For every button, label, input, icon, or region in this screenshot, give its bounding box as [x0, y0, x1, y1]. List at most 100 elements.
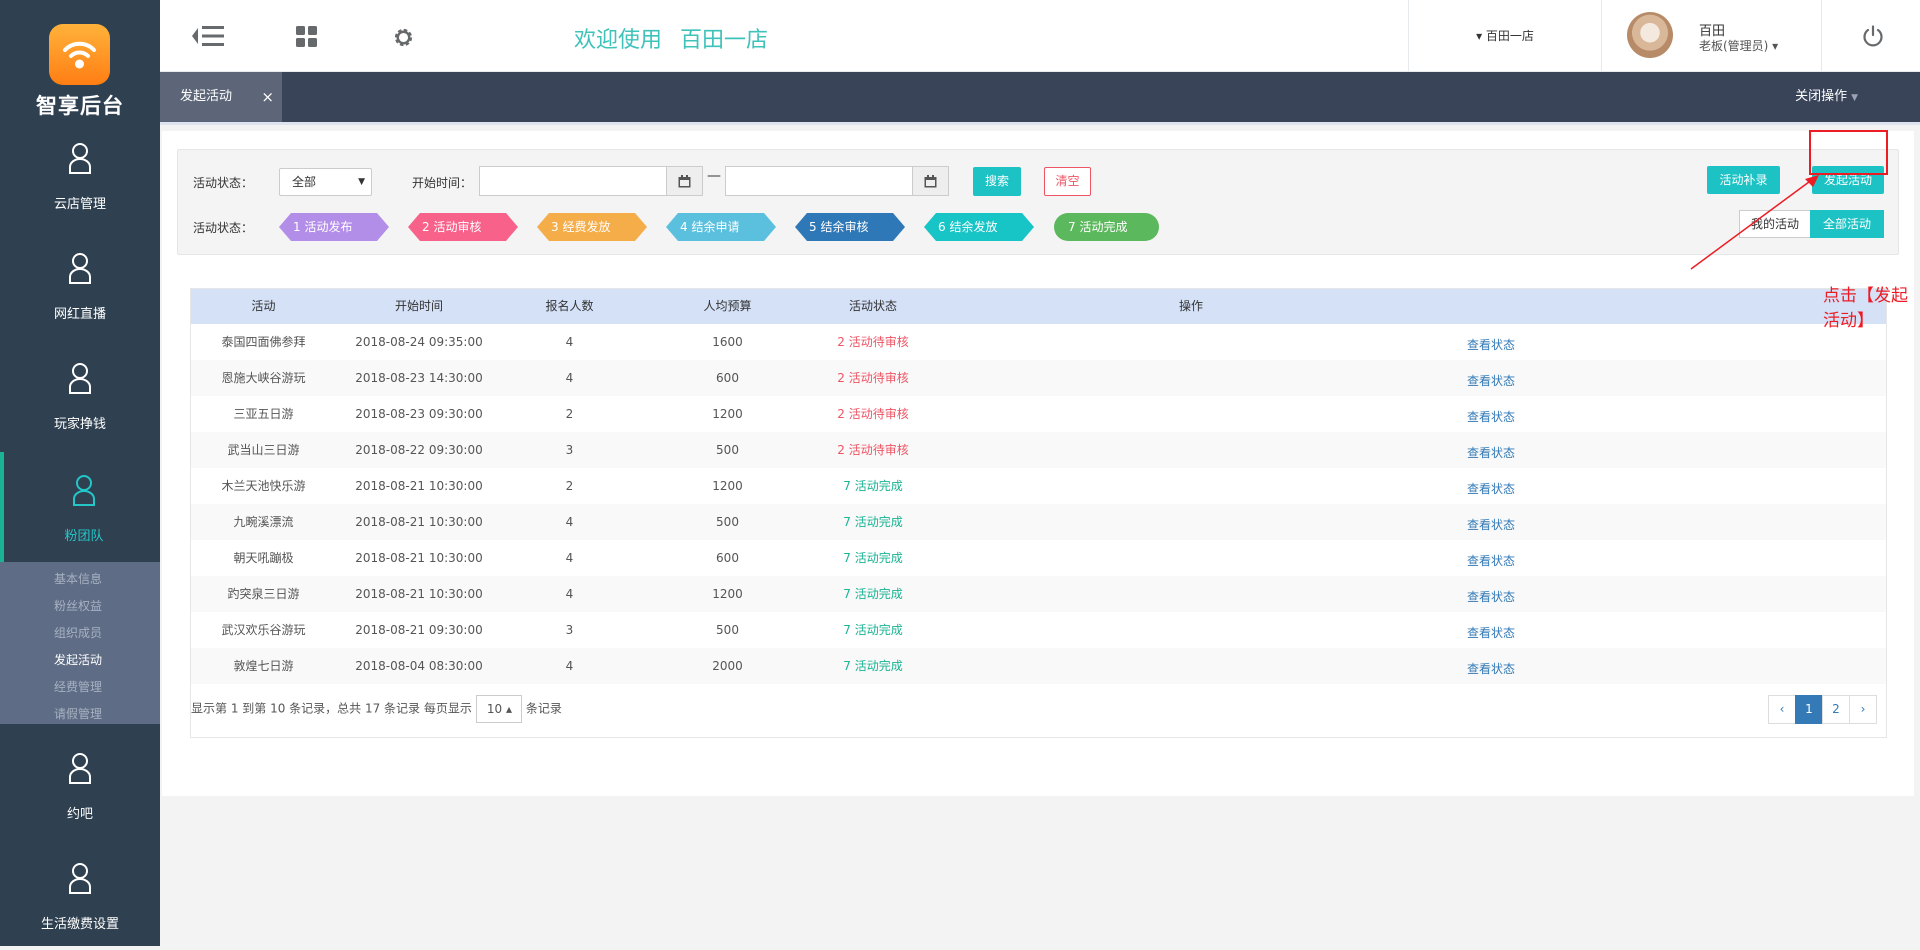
view-status-link[interactable]: 查看状态 [1429, 543, 1553, 579]
table-cell: 2018-08-21 10:30:00 [355, 551, 483, 565]
prev-page-button[interactable]: ‹ [1768, 695, 1796, 724]
logo: 智享后台 [0, 0, 160, 120]
logout-button[interactable] [1821, 0, 1920, 72]
view-status-link[interactable]: 查看状态 [1429, 399, 1553, 435]
page-background [162, 796, 1914, 946]
page-button-2[interactable]: 2 [1822, 695, 1850, 724]
user-icon [69, 253, 91, 284]
caret-down-icon: ▼ [1851, 93, 1858, 103]
sidebar-item-yueba[interactable]: 约吧 [0, 730, 160, 840]
pagination-info: 显示第 1 到第 10 条记录，总共 17 条记录 每页显示 10 ▴ 条记录 [191, 695, 562, 723]
search-button[interactable]: 搜索 [973, 167, 1021, 196]
sidebar-item-cloud-store[interactable]: 云店管理 [0, 120, 160, 230]
start-date-input[interactable] [479, 166, 667, 196]
sidebar-item-live[interactable]: 网红直播 [0, 230, 160, 340]
activity-table: 活动 开始时间 报名人数 人均预算 活动状态 操作 泰国四面佛参拜 2018-08… [190, 288, 1887, 738]
clear-button[interactable]: 清空 [1044, 167, 1091, 196]
sidebar: 智享后台 云店管理 网红直播 玩家挣钱 粉团队 基本信息 粉丝权益 组织成员 发… [0, 0, 160, 946]
table-cell: 1200 [712, 479, 743, 493]
grid-icon[interactable] [296, 26, 318, 48]
table-cell: 朝天吼蹦极 [233, 551, 294, 565]
table-cell: 2018-08-21 10:30:00 [355, 515, 483, 529]
sidebar-item-fan-team[interactable]: 粉团队 [0, 452, 160, 562]
step-4: 4 结余申请 [666, 213, 776, 241]
calendar-button[interactable] [913, 166, 949, 196]
step-7: 7 活动完成 [1054, 213, 1159, 241]
subnav-item-current[interactable]: 发起活动 [0, 647, 160, 674]
view-status-link[interactable]: 查看状态 [1429, 327, 1553, 363]
next-page-button[interactable]: › [1849, 695, 1877, 724]
sidebar-item-utility-settings[interactable]: 生活缴费设置 [0, 840, 160, 950]
close-icon[interactable]: × [261, 72, 274, 122]
column-header: 开始时间 [394, 299, 443, 313]
status-select-value: 全部 [292, 175, 317, 189]
annotation-arrow-icon [1690, 175, 1819, 270]
view-status-link[interactable]: 查看状态 [1429, 507, 1553, 543]
view-status-link[interactable]: 查看状态 [1429, 615, 1553, 651]
calendar-button[interactable] [667, 166, 703, 196]
column-header: 报名人数 [545, 299, 594, 313]
user-icon [69, 143, 91, 174]
sidebar-subnav: 基本信息 粉丝权益 组织成员 发起活动 经费管理 请假管理 [0, 562, 160, 724]
status-cell: 7 活动完成 [843, 551, 903, 565]
table-cell: 600 [716, 551, 739, 565]
table-cell: 4 [565, 515, 574, 529]
subnav-item[interactable]: 粉丝权益 [0, 593, 160, 620]
view-status-link[interactable]: 查看状态 [1429, 651, 1553, 687]
table-cell: 4 [565, 587, 574, 601]
step-5: 5 结余审核 [795, 213, 905, 241]
sidebar-item-label: 网红直播 [53, 307, 106, 322]
avatar[interactable] [1627, 12, 1673, 58]
table-cell: 500 [716, 623, 739, 637]
table-row: 趵突泉三日游 2018-08-21 10:30:00 4 1200 7 活动完成 查看状态 [191, 576, 1886, 612]
pagination-info-suffix: 条记录 [525, 701, 562, 716]
subnav-item[interactable]: 请假管理 [0, 701, 160, 728]
sidebar-item-label: 粉团队 [64, 529, 104, 544]
power-icon [1863, 25, 1883, 47]
pagination: ‹ 1 2 › [1768, 695, 1877, 724]
end-date-input[interactable] [725, 166, 913, 196]
user-role-dropdown[interactable]: 老板(管理员) ▾ [1699, 37, 1778, 54]
page-size-select[interactable]: 10 ▴ [475, 695, 522, 723]
status-filter-label: 活动状态： [193, 176, 254, 190]
column-header: 活动 [251, 299, 276, 313]
table-cell: 2018-08-23 14:30:00 [355, 371, 483, 385]
close-operations-dropdown[interactable]: 关闭操作 ▼ [1795, 72, 1858, 123]
table-row: 木兰天池快乐游 2018-08-21 10:30:00 2 1200 7 活动完成 查看状… [191, 468, 1886, 504]
table-cell: 泰国四面佛参拜 [221, 335, 306, 349]
status-select[interactable]: 全部 ▼ [279, 168, 372, 196]
view-status-link[interactable]: 查看状态 [1429, 363, 1553, 399]
store-selector[interactable]: ▾ 百田一店 [1408, 0, 1602, 72]
user-icon [69, 363, 91, 394]
status-cell: 2 活动待审核 [837, 443, 909, 457]
status-cell: 7 活动完成 [843, 587, 903, 601]
page-button-1[interactable]: 1 [1795, 695, 1823, 724]
sidebar-item-label: 生活缴费设置 [40, 917, 119, 932]
table-cell: 500 [716, 515, 739, 529]
user-icon [73, 475, 95, 506]
subnav-item[interactable]: 基本信息 [0, 566, 160, 593]
sidebar-item-earn[interactable]: 玩家挣钱 [0, 340, 160, 450]
table-cell: 600 [716, 371, 739, 385]
view-status-link[interactable]: 查看状态 [1429, 579, 1553, 615]
sidebar-item-label: 玩家挣钱 [53, 417, 106, 432]
table-cell: 九畹溪漂流 [233, 515, 294, 529]
view-status-link[interactable]: 查看状态 [1429, 435, 1553, 471]
table-cell: 趵突泉三日游 [227, 587, 300, 601]
tab-launch-activity[interactable]: 发起活动 × [160, 72, 282, 122]
subnav-item[interactable]: 组织成员 [0, 620, 160, 647]
table-cell: 三亚五日游 [233, 407, 294, 421]
table-row: 九畹溪漂流 2018-08-21 10:30:00 4 500 7 活动完成 查看状态 [191, 504, 1886, 540]
gear-icon[interactable] [392, 26, 415, 49]
table-row: 敦煌七日游 2018-08-04 08:30:00 4 2000 7 活动完成 查看状态 [191, 648, 1886, 684]
collapse-menu-icon[interactable] [190, 24, 228, 48]
table-cell: 3 [565, 623, 574, 637]
subnav-item[interactable]: 经费管理 [0, 674, 160, 701]
table-cell: 敦煌七日游 [233, 659, 294, 673]
annotation-text: 点击【发起活动】 [1823, 286, 1908, 331]
table-cell: 4 [565, 659, 574, 673]
table-cell: 4 [565, 335, 574, 349]
top-header: 欢迎使用 百田一店 ▾ 百田一店 百田 老板(管理员) ▾ [160, 0, 1920, 72]
view-status-link[interactable]: 查看状态 [1429, 471, 1553, 507]
range-separator: — [707, 168, 721, 184]
